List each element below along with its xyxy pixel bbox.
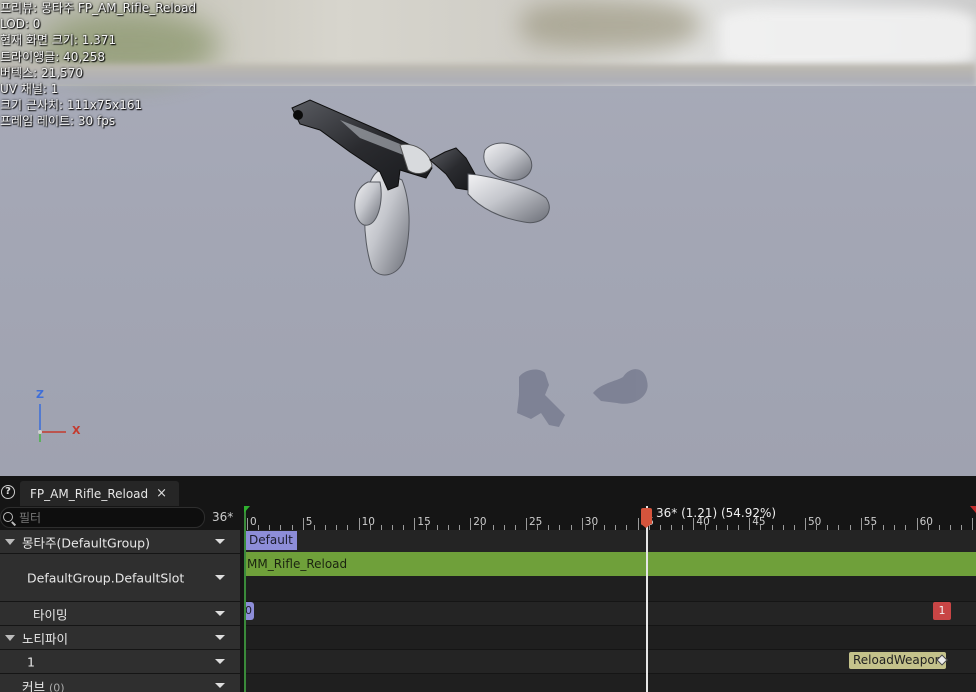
preview-viewport[interactable]: 프리뷰: 몽타주 FP_AM_Rifle_Reload LOD: 0 현재 화면…	[0, 0, 976, 476]
chevron-down-icon[interactable]	[215, 610, 225, 616]
collapse-arrow-icon[interactable]	[5, 538, 15, 545]
ruler-tick-label: 20	[473, 516, 487, 528]
chevron-down-icon[interactable]	[215, 574, 225, 580]
axis-gizmo: Z X	[28, 388, 98, 448]
timeline[interactable]: 0510152025303540455055606 Default MM_Rif…	[244, 506, 976, 692]
scrubber-handle[interactable]	[641, 508, 652, 528]
filter-placeholder: 필터	[19, 511, 42, 525]
viewport-stats: 프리뷰: 몽타주 FP_AM_Rifle_Reload LOD: 0 현재 화면…	[0, 0, 196, 130]
ruler-major-tick	[637, 518, 639, 530]
axis-z-label: Z	[36, 388, 44, 401]
chevron-down-icon[interactable]	[215, 658, 225, 664]
montage-section-default[interactable]: Default	[245, 531, 297, 550]
tab-montage[interactable]: FP_AM_Rifle_Reload ×	[20, 481, 179, 506]
ruler-major-tick	[581, 518, 583, 530]
track-slot[interactable]: DefaultGroup.DefaultSlot	[0, 554, 240, 602]
ruler-major-tick	[358, 518, 360, 530]
track-list: 필터 36* 몽타주(DefaultGroup) DefaultGroup.De…	[0, 506, 244, 692]
stat-lod: LOD: 0	[0, 17, 41, 32]
montage-segment[interactable]: MM_Rifle_Reload	[244, 552, 976, 576]
stat-approx-size: 크기 근사치: 111x75x161	[0, 98, 143, 113]
ruler-tick-label: 15	[417, 516, 431, 528]
lane-timing	[244, 602, 976, 626]
track-montage-group[interactable]: 몽타주(DefaultGroup)	[0, 530, 240, 554]
ruler-tick-label: 55	[863, 516, 878, 528]
ruler-tick-label: 50	[808, 516, 822, 528]
ruler-major-tick	[916, 518, 918, 530]
ruler-major-tick	[302, 518, 304, 530]
ruler-tick-label: 5	[305, 516, 313, 528]
ruler-tick-label: 60	[919, 516, 933, 528]
track-montage-group-label: 몽타주(DefaultGroup)	[22, 535, 150, 550]
track-notify-label: 노티파이	[22, 631, 69, 646]
ruler-major-tick	[805, 518, 806, 530]
track-curve-label: 커브	[22, 679, 46, 692]
timing-marker-end[interactable]: 1	[933, 602, 951, 620]
montage-editor-panel: ? FP_AM_Rifle_Reload × 필터 36* 몽타주(Defaul…	[0, 476, 976, 692]
time-ruler[interactable]: 0510152025303540455055606	[244, 506, 976, 530]
stat-frame-rate: 프레임 레이트: 30 fps	[0, 114, 116, 129]
rifle-arms-mesh	[291, 99, 550, 276]
scrubber-line[interactable]	[646, 506, 648, 692]
lane-curve	[244, 674, 976, 692]
track-notify[interactable]: 노티파이	[0, 626, 240, 650]
ruler-tick-label: 10	[361, 516, 375, 528]
filter-input[interactable]: 필터	[0, 507, 205, 528]
stat-screen-size: 현재 화면 크기: 1.371	[0, 33, 117, 48]
axis-x-label: X	[72, 424, 81, 437]
tab-montage-label: FP_AM_Rifle_Reload	[30, 486, 149, 501]
track-notify-1-label: 1	[27, 654, 35, 669]
close-icon[interactable]: ×	[156, 486, 167, 501]
ruler-major-tick	[526, 518, 527, 530]
lane-montage-group	[244, 530, 976, 554]
ruler-major-tick	[972, 518, 974, 530]
ruler-major-tick	[247, 518, 248, 530]
lane-notify	[244, 626, 976, 650]
ruler-major-tick	[860, 518, 862, 530]
start-marker[interactable]	[244, 506, 250, 692]
chevron-down-icon[interactable]	[215, 634, 225, 640]
track-curve[interactable]: 커브 (0)	[0, 674, 240, 692]
track-timing[interactable]: 타이밍	[0, 602, 240, 626]
ruler-tick-label: 30	[584, 516, 599, 528]
filter-row: 필터 36*	[0, 506, 244, 530]
stat-uv-channels: UV 채널: 1	[0, 81, 59, 96]
ruler-major-tick	[414, 518, 416, 530]
help-icon[interactable]: ?	[1, 485, 15, 499]
mesh-shadow	[517, 369, 648, 427]
track-notify-1[interactable]: 1	[0, 650, 240, 674]
collapse-arrow-icon[interactable]	[5, 634, 15, 641]
ruler-tick-label: 25	[529, 516, 543, 528]
track-slot-label: DefaultGroup.DefaultSlot	[27, 570, 185, 585]
ruler-tick-label: 0	[250, 516, 257, 528]
track-curve-text: 커브 (0)	[22, 676, 65, 692]
track-timing-label: 타이밍	[33, 607, 68, 622]
stat-vertices: 버텍스: 21,570	[0, 65, 83, 80]
chevron-down-icon[interactable]	[215, 538, 225, 544]
chevron-down-icon[interactable]	[215, 682, 225, 688]
stat-preview: 프리뷰: 몽타주 FP_AM_Rifle_Reload	[0, 1, 197, 15]
ruler-major-tick	[470, 518, 472, 530]
track-curve-count: (0)	[49, 681, 65, 692]
notify-event[interactable]: ReloadWeapon	[849, 652, 947, 669]
end-marker[interactable]	[970, 506, 976, 513]
tab-bar: ? FP_AM_Rifle_Reload ×	[0, 476, 976, 506]
search-icon	[3, 512, 13, 522]
stat-triangles: 트라이앵글: 40,258	[0, 49, 106, 64]
current-frame: 36*	[212, 510, 234, 524]
scrubber-label: 36* (1.21) (54.92%)	[656, 506, 777, 520]
